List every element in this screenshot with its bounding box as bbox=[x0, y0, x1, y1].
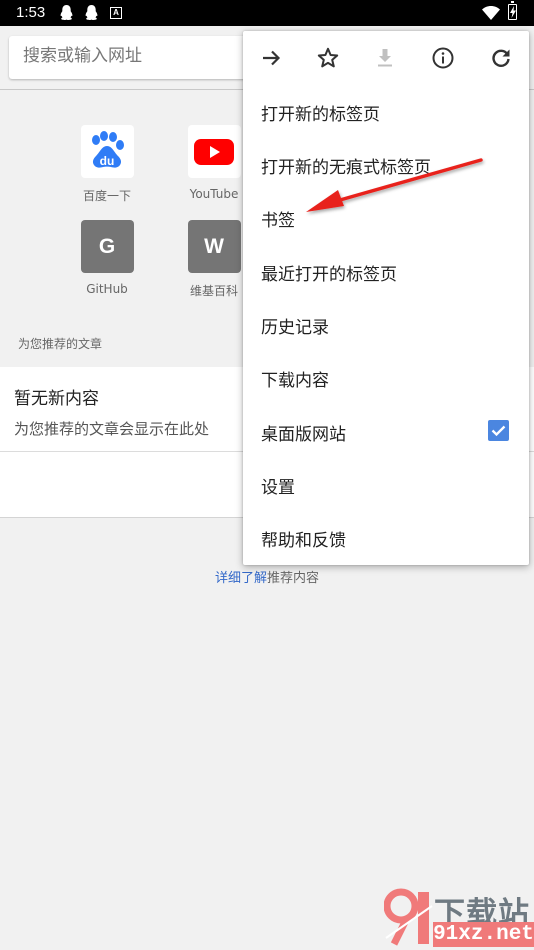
learn-more: 详细了解推荐内容 bbox=[215, 567, 319, 586]
qq-icon bbox=[60, 5, 73, 20]
download-icon[interactable] bbox=[373, 46, 397, 70]
forward-icon[interactable] bbox=[259, 46, 283, 70]
status-time: 1:53 bbox=[16, 4, 46, 21]
menu-icon-row bbox=[243, 31, 529, 85]
menu-item-label: 历史记录 bbox=[261, 318, 329, 338]
menu-item-history[interactable]: 历史记录 bbox=[243, 298, 529, 351]
watermark-logo-icon bbox=[384, 888, 433, 946]
tile-label: 维基百科 bbox=[189, 284, 238, 298]
menu-item-settings[interactable]: 设置 bbox=[243, 458, 529, 511]
baidu-icon: du bbox=[80, 125, 134, 178]
info-icon[interactable] bbox=[431, 46, 455, 70]
menu-item-label: 下载内容 bbox=[261, 371, 329, 391]
wifi-icon bbox=[482, 6, 500, 20]
battery-charging-icon bbox=[508, 1, 517, 20]
tile-github[interactable]: G GitHub bbox=[77, 220, 137, 296]
menu-item-new-tab[interactable]: 打开新的标签页 bbox=[243, 85, 529, 138]
a-notification-icon: A bbox=[110, 7, 122, 19]
learn-more-suffix: 推荐内容 bbox=[267, 571, 320, 586]
omnibox[interactable] bbox=[9, 36, 269, 79]
bookmark-star-icon[interactable] bbox=[316, 46, 340, 70]
refresh-icon[interactable] bbox=[489, 46, 513, 70]
menu-item-label: 打开新的标签页 bbox=[261, 105, 380, 125]
watermark-url: 91xz.net bbox=[433, 922, 534, 947]
menu-item-label: 设置 bbox=[261, 478, 295, 498]
tile-label: YouTube bbox=[189, 187, 239, 201]
tile-label: 百度一下 bbox=[82, 189, 131, 203]
menu-item-bookmarks[interactable]: 书签 bbox=[243, 191, 529, 244]
menu-item-downloads[interactable]: 下载内容 bbox=[243, 351, 529, 404]
desktop-site-checkbox[interactable] bbox=[488, 420, 509, 441]
svg-text:du: du bbox=[100, 154, 115, 168]
overflow-menu: 打开新的标签页 打开新的无痕式标签页 书签 最近打开的标签页 历史记录 下载内容… bbox=[243, 31, 529, 565]
letter-tile-icon: W bbox=[187, 220, 241, 273]
empty-title: 暂无新内容 bbox=[14, 389, 99, 409]
menu-item-new-incognito-tab[interactable]: 打开新的无痕式标签页 bbox=[243, 138, 529, 191]
menu-item-label: 打开新的无痕式标签页 bbox=[261, 158, 431, 178]
search-input[interactable] bbox=[23, 46, 253, 66]
menu-item-help-feedback[interactable]: 帮助和反馈 bbox=[243, 511, 529, 564]
menu-item-label: 帮助和反馈 bbox=[261, 531, 346, 551]
learn-more-link[interactable]: 详细了解 bbox=[215, 571, 267, 586]
tile-label: GitHub bbox=[86, 282, 128, 296]
checkmark-icon bbox=[491, 425, 506, 437]
menu-item-label: 最近打开的标签页 bbox=[261, 265, 397, 285]
menu-item-desktop-site[interactable]: 桌面版网站 bbox=[243, 405, 529, 458]
status-bar: 1:53 A bbox=[0, 0, 534, 26]
menu-item-recent-tabs[interactable]: 最近打开的标签页 bbox=[243, 245, 529, 298]
tile-baidu[interactable]: du 百度一下 bbox=[77, 125, 137, 204]
youtube-icon bbox=[187, 125, 241, 178]
tile-wikipedia[interactable]: W 维基百科 bbox=[184, 220, 244, 299]
tile-youtube[interactable]: YouTube bbox=[184, 125, 244, 201]
empty-subtitle: 为您推荐的文章会显示在此处 bbox=[14, 420, 210, 438]
menu-item-label: 桌面版网站 bbox=[261, 425, 346, 445]
section-title: 为您推荐的文章 bbox=[18, 337, 103, 351]
menu-item-label: 书签 bbox=[261, 211, 295, 231]
letter-tile-icon: G bbox=[80, 220, 134, 273]
watermark: 下载站 91xz.net bbox=[384, 886, 534, 948]
qq-icon bbox=[85, 5, 98, 20]
